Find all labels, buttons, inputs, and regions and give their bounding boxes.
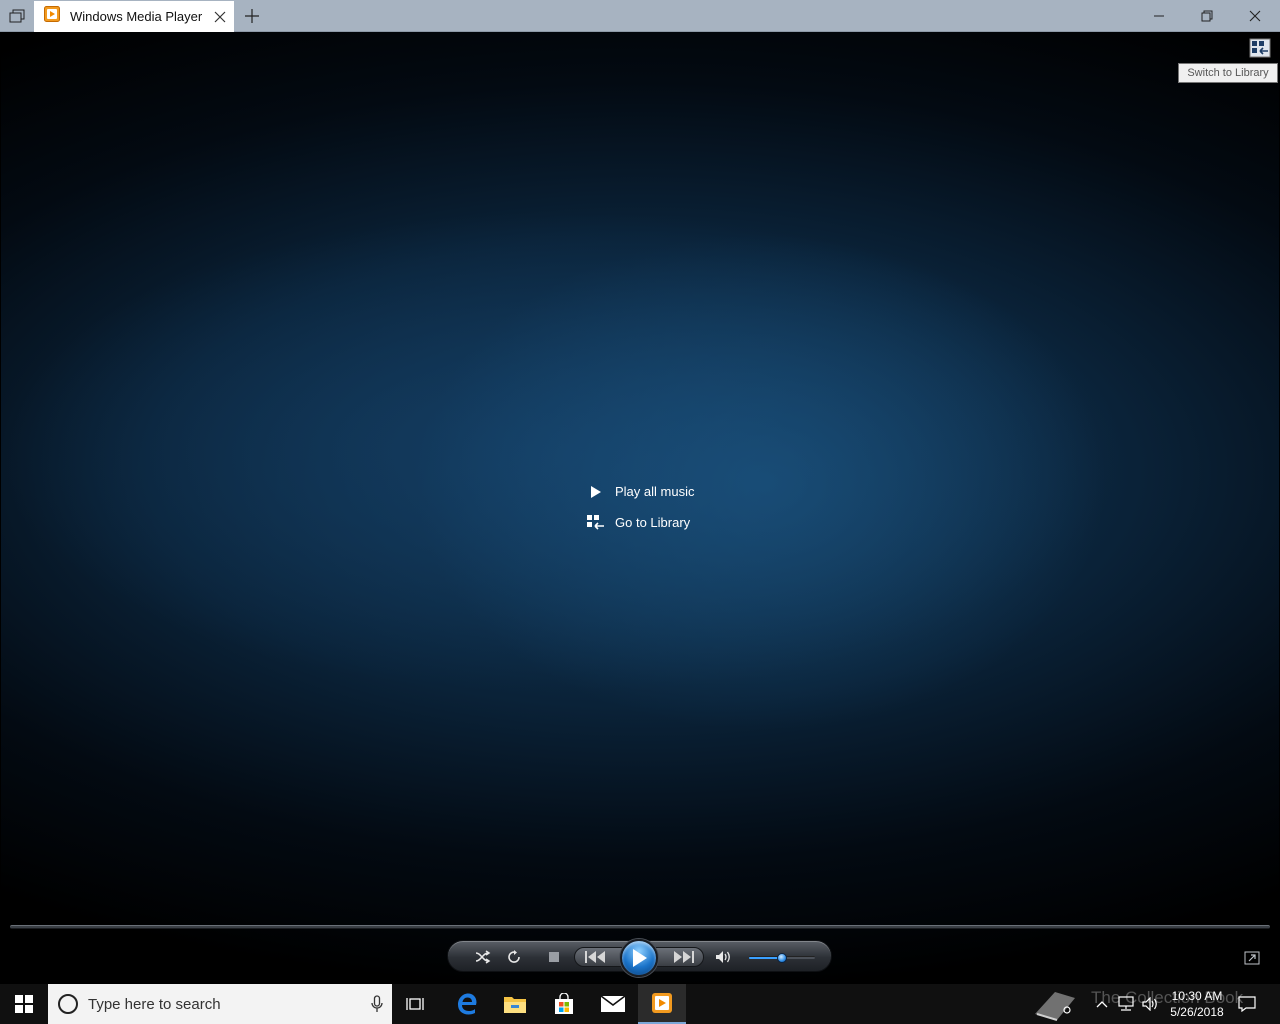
title-bar: Windows Media Player: [0, 0, 1280, 32]
new-tab-icon[interactable]: [238, 2, 266, 30]
taskbar-clock[interactable]: 10:30 AM 5/26/2018: [1160, 988, 1234, 1020]
play-icon: [586, 482, 606, 502]
play-button-icon: [633, 949, 647, 967]
now-playing-area: Switch to Library Play all music Go to L…: [1, 32, 1279, 983]
shuffle-icon[interactable]: [472, 945, 494, 969]
clock-date: 5/26/2018: [1170, 1005, 1224, 1019]
tab-windows-media-player[interactable]: Windows Media Player: [34, 1, 234, 32]
taskbar-windows-media-player-icon[interactable]: [638, 984, 686, 1024]
switch-to-library-tooltip: Switch to Library: [1178, 63, 1278, 83]
switch-to-library-button[interactable]: [1247, 36, 1273, 60]
repeat-icon[interactable]: [503, 945, 525, 969]
stop-icon[interactable]: [543, 945, 565, 969]
search-placeholder: Type here to search: [88, 995, 221, 1013]
mail-icon[interactable]: [589, 984, 637, 1024]
restore-button[interactable]: [1184, 0, 1230, 32]
seek-bar[interactable]: [10, 925, 1270, 929]
network-icon[interactable]: [1116, 984, 1136, 1024]
start-button[interactable]: [0, 984, 48, 1024]
people-icon[interactable]: [1030, 984, 1082, 1024]
taskbar-search-box[interactable]: Type here to search: [48, 984, 392, 1024]
show-hidden-icons-icon[interactable]: [1092, 984, 1112, 1024]
previous-icon[interactable]: [581, 945, 611, 969]
edge-icon[interactable]: [443, 984, 491, 1024]
library-icon: [586, 513, 606, 533]
cortana-icon: [58, 994, 78, 1014]
task-view-icon[interactable]: [392, 984, 440, 1024]
now-playing-menu: Play all music Go to Library: [586, 476, 694, 538]
playback-controls: [447, 939, 832, 977]
clock-time: 10:30 AM: [1171, 989, 1223, 1003]
switch-to-library-icon: [1249, 38, 1271, 58]
microphone-icon[interactable]: [362, 984, 392, 1024]
next-icon[interactable]: [668, 945, 698, 969]
mute-icon[interactable]: [713, 945, 735, 969]
windows-media-player-icon: [44, 6, 60, 27]
volume-slider[interactable]: [749, 953, 815, 963]
windows-logo-icon: [15, 995, 33, 1013]
taskbar: Type here to search The Collection Book …: [0, 984, 1280, 1024]
go-to-library-label: Go to Library: [615, 515, 691, 530]
tab-list-icon[interactable]: [0, 0, 34, 32]
switch-to-now-playing-icon[interactable]: [1241, 948, 1263, 968]
play-all-music-link[interactable]: Play all music: [586, 476, 694, 507]
tab-title: Windows Media Player: [70, 9, 203, 24]
action-center-icon[interactable]: [1236, 984, 1258, 1024]
microsoft-store-icon[interactable]: [540, 984, 588, 1024]
play-button[interactable]: [620, 939, 658, 977]
minimize-button[interactable]: [1136, 0, 1182, 32]
play-all-music-label: Play all music: [615, 484, 695, 499]
volume-thumb[interactable]: [777, 953, 787, 963]
tab-close-icon[interactable]: [206, 3, 234, 31]
go-to-library-link[interactable]: Go to Library: [586, 507, 694, 538]
file-explorer-icon[interactable]: [491, 984, 539, 1024]
close-button[interactable]: [1232, 0, 1278, 32]
speaker-icon[interactable]: [1140, 984, 1162, 1024]
